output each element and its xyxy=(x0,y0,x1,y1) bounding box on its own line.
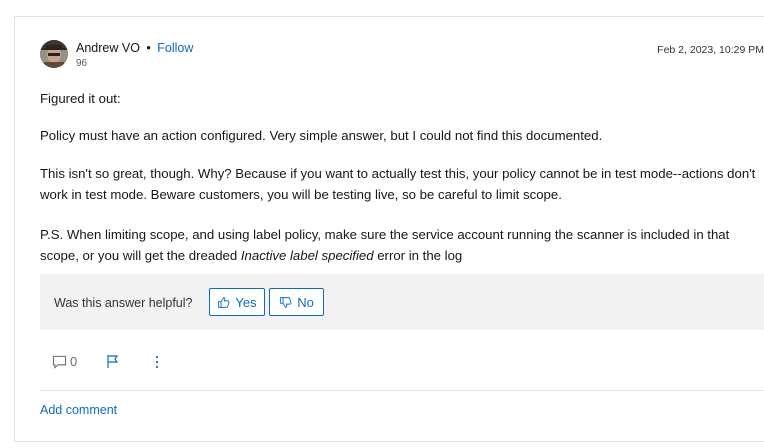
answer-paragraph-2: Policy must have an action configured. V… xyxy=(40,128,603,143)
post-date: Feb 2, 2023, 10:29 PM xyxy=(657,44,764,56)
helpful-feedback-bar: Was this answer helpful? Yes No xyxy=(40,274,764,330)
answer-paragraph-3: This isn't so great, though. Why? Becaus… xyxy=(40,166,756,202)
flag-icon xyxy=(107,355,119,368)
divider xyxy=(40,390,764,391)
p4-italic-text: Inactive label specified xyxy=(240,248,374,263)
more-options-button[interactable] xyxy=(154,354,160,370)
author-avatar[interactable] xyxy=(40,40,68,68)
answer-paragraph-1: Figured it out: xyxy=(40,91,121,106)
author-row: Andrew VO • Follow xyxy=(76,41,193,55)
yes-label: Yes xyxy=(235,294,257,310)
follow-link[interactable]: Follow xyxy=(157,41,193,55)
comment-count-button[interactable]: 0 xyxy=(52,354,77,369)
comment-count: 0 xyxy=(70,354,78,369)
separator-dot: • xyxy=(146,41,151,55)
p4-text-end: error in the log xyxy=(373,248,463,263)
helpful-question: Was this answer helpful? xyxy=(54,296,193,310)
more-options-icon xyxy=(155,355,159,369)
answer-paragraph-4: P.S. When limiting scope, and using labe… xyxy=(40,224,764,266)
reputation-points: 96 xyxy=(76,58,88,69)
comment-icon xyxy=(52,355,67,369)
yes-button[interactable]: Yes xyxy=(209,288,265,316)
report-button[interactable] xyxy=(106,354,120,369)
no-label: No xyxy=(297,294,314,310)
thumbs-down-icon xyxy=(280,296,292,308)
add-comment-link[interactable]: Add comment xyxy=(40,403,117,417)
avatar-image xyxy=(40,40,68,68)
author-name[interactable]: Andrew VO xyxy=(76,41,140,55)
thumbs-up-icon xyxy=(218,296,230,308)
no-button[interactable]: No xyxy=(269,288,324,316)
